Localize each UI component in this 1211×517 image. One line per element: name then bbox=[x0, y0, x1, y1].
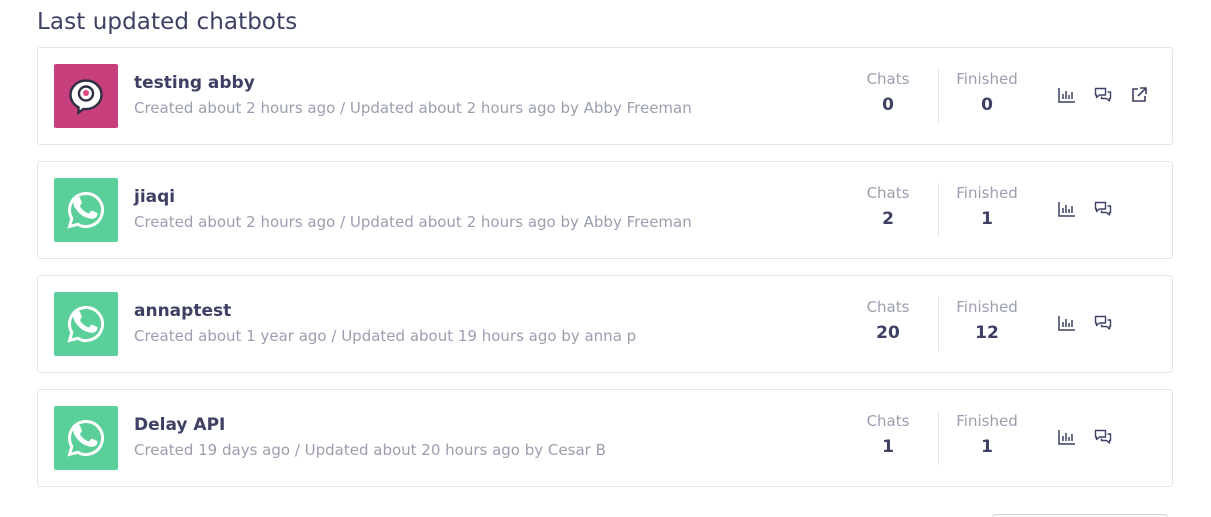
whatsapp-icon bbox=[66, 190, 106, 230]
finished-label: Finished bbox=[956, 412, 1018, 430]
conversations-icon bbox=[1094, 315, 1112, 335]
section-title: Last updated chatbots bbox=[37, 9, 298, 35]
stats-icon bbox=[1058, 201, 1076, 221]
stats-button[interactable] bbox=[1056, 314, 1078, 336]
conversations-icon bbox=[1094, 87, 1112, 107]
chats-count: 0 bbox=[882, 95, 894, 115]
chatbot-actions bbox=[1056, 314, 1128, 336]
stats-button[interactable] bbox=[1056, 200, 1078, 222]
chatbot-stats: Chats 1 Finished 1 bbox=[850, 411, 1035, 465]
chatbot-name[interactable]: annaptest bbox=[134, 300, 636, 322]
chats-stat: Chats 20 bbox=[850, 297, 926, 351]
chats-label: Chats bbox=[866, 412, 910, 430]
chatbot-meta: Created about 2 hours ago / Updated abou… bbox=[134, 213, 692, 231]
chats-stat: Chats 0 bbox=[850, 69, 926, 123]
finished-count: 1 bbox=[981, 209, 993, 229]
chatbot-stats: Chats 0 Finished 0 bbox=[850, 69, 1035, 123]
chats-stat: Chats 2 bbox=[850, 183, 926, 237]
finished-stat: Finished 1 bbox=[939, 411, 1035, 465]
chatbot-meta: Created 19 days ago / Updated about 20 h… bbox=[134, 441, 606, 459]
stats-icon bbox=[1058, 87, 1076, 107]
chats-label: Chats bbox=[866, 70, 910, 88]
conversations-icon bbox=[1094, 201, 1112, 221]
finished-label: Finished bbox=[956, 298, 1018, 316]
finished-label: Finished bbox=[956, 70, 1018, 88]
conversations-icon bbox=[1094, 429, 1112, 449]
chats-label: Chats bbox=[866, 184, 910, 202]
conversations-button[interactable] bbox=[1092, 314, 1114, 336]
chatbot-actions bbox=[1056, 86, 1164, 108]
chatbot-meta: Created about 2 hours ago / Updated abou… bbox=[134, 99, 692, 117]
finished-count: 12 bbox=[975, 323, 999, 343]
open-chatbot-button[interactable] bbox=[1128, 86, 1150, 108]
chatbot-card[interactable]: annaptest Created about 1 year ago / Upd… bbox=[37, 275, 1173, 373]
chatbot-info: Delay API Created 19 days ago / Updated … bbox=[134, 414, 606, 460]
finished-stat: Finished 0 bbox=[939, 69, 1035, 123]
chatbot-avatar[interactable] bbox=[54, 292, 118, 356]
chatbot-name[interactable]: testing abby bbox=[134, 72, 692, 94]
finished-count: 0 bbox=[981, 95, 993, 115]
chatbot-card[interactable]: Delay API Created 19 days ago / Updated … bbox=[37, 389, 1173, 487]
finished-count: 1 bbox=[981, 437, 993, 457]
stats-icon bbox=[1058, 315, 1076, 335]
chatbot-avatar[interactable] bbox=[54, 178, 118, 242]
chatbot-info: jiaqi Created about 2 hours ago / Update… bbox=[134, 186, 692, 232]
whatsapp-icon bbox=[66, 418, 106, 458]
conversations-button[interactable] bbox=[1092, 86, 1114, 108]
stats-icon bbox=[1058, 429, 1076, 449]
chatbot-actions bbox=[1056, 200, 1128, 222]
chatbot-stats: Chats 2 Finished 1 bbox=[850, 183, 1035, 237]
chats-count: 2 bbox=[882, 209, 894, 229]
chatbot-avatar[interactable] bbox=[54, 64, 118, 128]
chats-label: Chats bbox=[866, 298, 910, 316]
chatbot-card[interactable]: testing abby Created about 2 hours ago /… bbox=[37, 47, 1173, 145]
chatbot-name[interactable]: Delay API bbox=[134, 414, 606, 436]
chats-count: 20 bbox=[876, 323, 900, 343]
dashboard-page: Last updated chatbots testing abby Creat… bbox=[0, 0, 1211, 517]
stats-button[interactable] bbox=[1056, 86, 1078, 108]
chatbot-info: annaptest Created about 1 year ago / Upd… bbox=[134, 300, 636, 346]
chatbot-stats: Chats 20 Finished 12 bbox=[850, 297, 1035, 351]
conversations-button[interactable] bbox=[1092, 200, 1114, 222]
chatbot-card[interactable]: jiaqi Created about 2 hours ago / Update… bbox=[37, 161, 1173, 259]
chatbot-list: testing abby Created about 2 hours ago /… bbox=[37, 47, 1173, 503]
chats-count: 1 bbox=[882, 437, 894, 457]
webchat-bubble-icon bbox=[66, 76, 106, 116]
chatbot-name[interactable]: jiaqi bbox=[134, 186, 692, 208]
external-link-icon bbox=[1130, 86, 1148, 108]
whatsapp-icon bbox=[66, 304, 106, 344]
finished-stat: Finished 1 bbox=[939, 183, 1035, 237]
finished-label: Finished bbox=[956, 184, 1018, 202]
stats-button[interactable] bbox=[1056, 428, 1078, 450]
chatbot-meta: Created about 1 year ago / Updated about… bbox=[134, 327, 637, 345]
chatbot-info: testing abby Created about 2 hours ago /… bbox=[134, 72, 692, 118]
chatbot-actions bbox=[1056, 428, 1128, 450]
chats-stat: Chats 1 bbox=[850, 411, 926, 465]
chatbot-avatar[interactable] bbox=[54, 406, 118, 470]
finished-stat: Finished 12 bbox=[939, 297, 1035, 351]
conversations-button[interactable] bbox=[1092, 428, 1114, 450]
